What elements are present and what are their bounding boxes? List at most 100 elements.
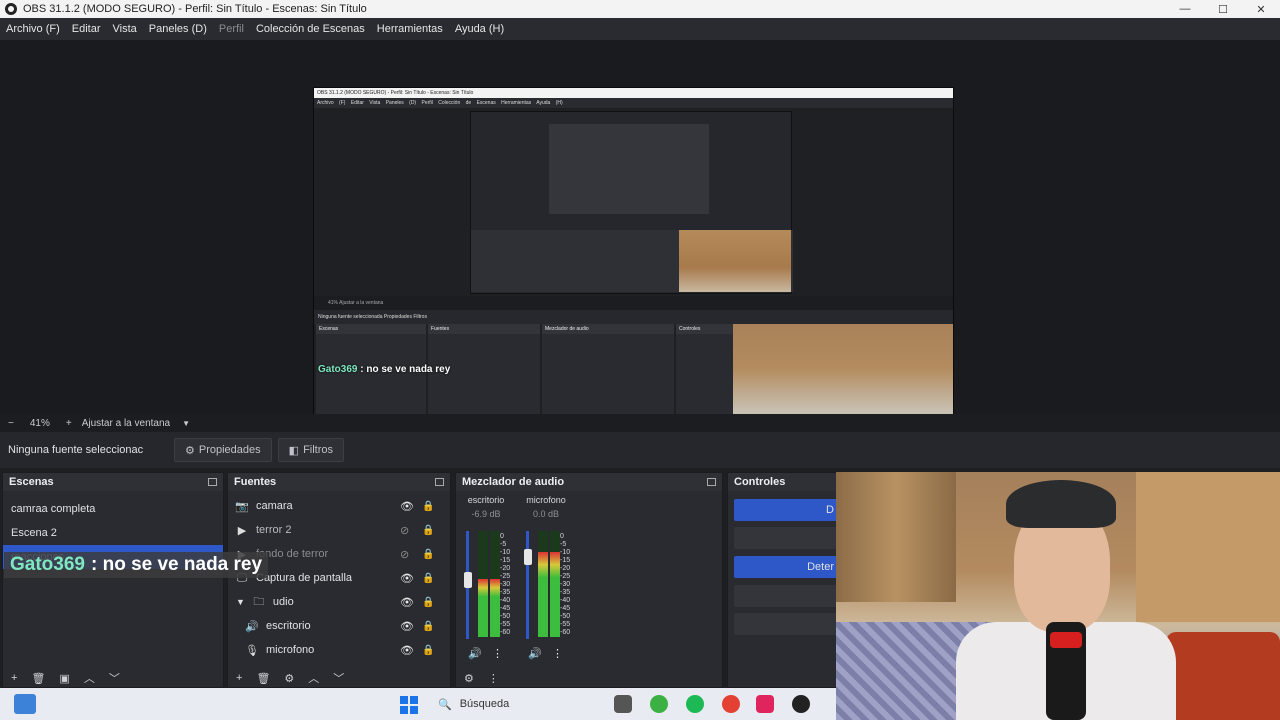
menu-vista[interactable]: Vista: [107, 23, 143, 35]
close-button[interactable]: ✕: [1242, 0, 1280, 18]
channel-menu-icon[interactable]: ⋮: [492, 647, 503, 660]
menu-archivo[interactable]: Archivo (F): [0, 23, 66, 35]
source-row[interactable]: 📷 camara 👁 🔒: [228, 494, 450, 518]
lock-icon[interactable]: 🔒: [422, 573, 434, 584]
move-source-up-button[interactable]: ︿: [308, 670, 319, 686]
filters-button[interactable]: ◧ Filtros: [277, 438, 345, 462]
move-scene-down-button[interactable]: ﹀: [109, 670, 120, 686]
preview-canvas[interactable]: OBS 31.1.2 (MODO SEGURO) - Perfil: Sin T…: [313, 87, 954, 449]
tiktok-icon[interactable]: [756, 695, 774, 713]
dock-float-icon[interactable]: [707, 478, 716, 486]
taskbar-app-icon[interactable]: [650, 695, 668, 713]
zoom-out-button[interactable]: −: [8, 418, 14, 429]
db-tick: -20: [500, 565, 511, 572]
widgets-icon[interactable]: [14, 694, 36, 714]
eye-icon[interactable]: 👁: [400, 620, 414, 633]
zoom-in-button[interactable]: +: [66, 418, 72, 429]
windows-start-icon[interactable]: [400, 696, 418, 714]
channel-menu-icon[interactable]: ⋮: [552, 647, 563, 660]
lock-icon[interactable]: 🔒: [422, 621, 434, 632]
menu-coleccion-escenas[interactable]: Colección de Escenas: [250, 23, 371, 35]
audio-mixer-dock: Mezclador de audio escritorio -6.9 dB 0-…: [455, 472, 723, 688]
chrome-icon[interactable]: [722, 695, 740, 713]
channel-name: microfono: [526, 495, 566, 505]
source-label: Captura de pantalla: [256, 572, 353, 584]
start-streaming-button[interactable]: D: [734, 499, 838, 521]
db-tick: -20: [560, 565, 571, 572]
eye-icon[interactable]: 👁: [400, 644, 414, 657]
eye-icon[interactable]: 👁: [400, 596, 414, 609]
eye-icon[interactable]: 👁: [400, 500, 414, 513]
source-row[interactable]: 🎙 microfono 👁 🔒: [228, 638, 450, 662]
windows-taskbar: 🔍 Búsqueda: [0, 688, 836, 720]
eye-hidden-icon[interactable]: ⊘: [400, 524, 409, 537]
remove-scene-button[interactable]: 🗑: [31, 672, 45, 685]
audio-meter-fill: [550, 552, 560, 637]
speaker-icon: 🔊: [245, 620, 259, 633]
menu-editar[interactable]: Editar: [66, 23, 107, 35]
move-scene-up-button[interactable]: ︿: [84, 670, 95, 686]
obs-taskbar-icon[interactable]: [792, 695, 810, 713]
lock-icon[interactable]: 🔒: [422, 549, 434, 560]
add-source-button[interactable]: +: [236, 672, 242, 684]
dock-float-icon[interactable]: [208, 478, 217, 486]
properties-button[interactable]: ⚙ Propiedades: [174, 438, 272, 462]
source-row[interactable]: 🔊 escritorio 👁 🔒: [228, 614, 450, 638]
control-button[interactable]: [734, 585, 838, 607]
move-source-down-button[interactable]: ﹀: [333, 670, 344, 686]
lock-icon[interactable]: 🔒: [422, 501, 434, 512]
mute-icon[interactable]: 🔊: [468, 647, 482, 660]
minimize-button[interactable]: —: [1166, 0, 1204, 18]
camera-icon: 📷: [235, 500, 249, 513]
eye-hidden-icon[interactable]: ⊘: [400, 548, 409, 561]
preview-nested-obs: [470, 111, 793, 294]
db-tick: -30: [500, 581, 511, 588]
volume-slider[interactable]: [526, 531, 529, 639]
db-tick: -5: [560, 541, 567, 548]
audio-meter-fill: [538, 552, 548, 637]
db-tick: -15: [500, 557, 511, 564]
preview-area: OBS 31.1.2 (MODO SEGURO) - Perfil: Sin T…: [0, 40, 1280, 449]
scene-item[interactable]: Escena 2: [3, 521, 223, 545]
menu-paneles[interactable]: Paneles (D): [143, 23, 213, 35]
mixer-menu-icon[interactable]: ⋮: [488, 672, 499, 685]
audio-meter: [490, 531, 500, 637]
lock-icon[interactable]: 🔒: [422, 525, 434, 536]
add-scene-button[interactable]: +: [11, 672, 17, 684]
menu-ayuda[interactable]: Ayuda (H): [449, 23, 510, 35]
zoom-dropdown-icon[interactable]: ▼: [182, 419, 190, 428]
scene-filters-button[interactable]: ▣: [59, 672, 69, 685]
db-tick: -60: [500, 629, 511, 636]
db-tick: -55: [560, 621, 571, 628]
scene-item[interactable]: camraa completa: [3, 497, 223, 521]
chevron-down-icon[interactable]: ▼: [236, 597, 245, 607]
eye-icon[interactable]: 👁: [400, 572, 414, 585]
source-label: microfono: [266, 644, 315, 656]
volume-slider-knob[interactable]: [524, 549, 532, 566]
control-button[interactable]: [734, 613, 838, 635]
menu-perfil[interactable]: Perfil: [213, 23, 250, 35]
stop-recording-button[interactable]: Deter: [734, 556, 838, 578]
search-icon: 🔍: [438, 698, 452, 711]
lock-icon[interactable]: 🔒: [422, 645, 434, 656]
taskbar-app-icon[interactable]: [614, 695, 632, 713]
webcam-person-cap: [1006, 480, 1116, 528]
remove-source-button[interactable]: 🗑: [256, 672, 270, 685]
source-group-row[interactable]: ▼ 🗀 udio 👁 🔒: [228, 590, 450, 614]
webcam-chair: [1166, 632, 1280, 720]
taskbar-search[interactable]: 🔍 Búsqueda: [430, 693, 606, 715]
source-properties-button[interactable]: ⚙: [284, 672, 294, 685]
volume-slider-knob[interactable]: [464, 572, 472, 589]
source-label: udio: [272, 596, 294, 608]
channel-db: -6.9 dB: [471, 509, 501, 519]
source-row[interactable]: ▶ terror 2 ⊘ 🔒: [228, 518, 450, 542]
menu-herramientas[interactable]: Herramientas: [371, 23, 449, 35]
control-button[interactable]: [734, 527, 838, 549]
dock-float-icon[interactable]: [435, 478, 444, 486]
spotify-icon[interactable]: [686, 695, 704, 713]
maximize-button[interactable]: ☐: [1204, 0, 1242, 18]
lock-icon[interactable]: 🔒: [422, 597, 434, 608]
audio-meter: [550, 531, 560, 637]
mute-icon[interactable]: 🔊: [528, 647, 542, 660]
mixer-settings-icon[interactable]: ⚙: [464, 672, 474, 685]
